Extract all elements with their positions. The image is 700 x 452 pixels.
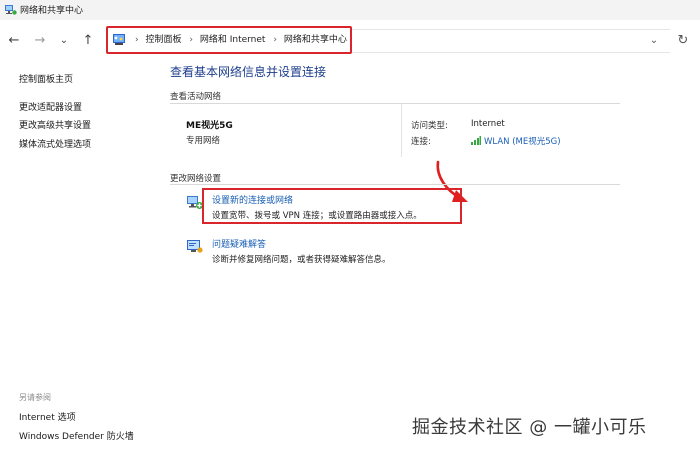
control-panel-icon [113, 34, 125, 45]
up-button[interactable]: ↑ [78, 31, 98, 51]
setup-new-connection-description: 设置宽带、拨号或 VPN 连接；或设置路由器或接入点。 [212, 211, 422, 221]
chevron-down-icon: ⌄ [59, 35, 69, 46]
see-also-label: 另请参阅 [19, 393, 51, 402]
breadcrumb-network-internet[interactable]: 网络和 Internet [200, 35, 266, 45]
connection-link[interactable]: WLAN (ME视光5G) [471, 135, 561, 147]
troubleshoot-link[interactable]: 问题疑难解答 [212, 237, 266, 250]
wifi-signal-icon [471, 136, 481, 145]
sidebar-item-internet-options[interactable]: Internet 选项 [19, 410, 76, 423]
access-type-value: Internet [471, 119, 505, 129]
troubleshoot-icon [187, 240, 203, 253]
breadcrumb-separator: › [189, 35, 193, 45]
chevron-down-icon: ⌄ [649, 35, 659, 46]
breadcrumb: › 控制面板 › 网络和 Internet › 网络和共享中心 [130, 28, 347, 52]
section-divider [170, 184, 620, 185]
sidebar-item-media-streaming[interactable]: 媒体流式处理选项 [19, 137, 91, 150]
back-button[interactable]: ← [4, 31, 24, 51]
address-bar-empty-area[interactable] [352, 29, 670, 53]
window-title: 网络和共享中心 [20, 6, 84, 16]
sidebar-item-control-panel-home[interactable]: 控制面板主页 [19, 72, 73, 85]
network-type-link[interactable]: 专用网络 [186, 134, 220, 146]
address-bar[interactable]: › 控制面板 › 网络和 Internet › 网络和共享中心 [106, 26, 352, 54]
section-divider [170, 103, 620, 104]
breadcrumb-control-panel[interactable]: 控制面板 [145, 35, 181, 45]
connection-label: 连接: [411, 137, 431, 147]
refresh-icon: ↻ [677, 33, 689, 48]
troubleshoot-description: 诊断并修复网络问题，或者获得疑难解答信息。 [212, 255, 391, 265]
address-dropdown-button[interactable]: ⌄ [646, 31, 662, 51]
connection-value: WLAN (ME视光5G) [484, 137, 561, 147]
recent-locations-button[interactable]: ⌄ [54, 31, 74, 51]
sidebar-item-change-advanced-sharing[interactable]: 更改高级共享设置 [19, 118, 91, 131]
watermark: 掘金技术社区 @ 一罐小可乐 [412, 417, 647, 438]
breadcrumb-separator: › [273, 35, 277, 45]
access-type-label: 访问类型: [411, 121, 448, 131]
change-settings-header: 更改网络设置 [170, 174, 222, 184]
vertical-divider [401, 104, 402, 157]
title-bar: 网络和共享中心 [0, 0, 700, 20]
setup-new-connection-link[interactable]: 设置新的连接或网络 [212, 193, 293, 206]
navigation-bar: ← → ⌄ ↑ › 控制面板 › 网络和 Internet › 网络和共享中心 … [0, 20, 700, 62]
main-content: 查看基本网络信息并设置连接 查看活动网络 ME视光5G 专用网络 访问类型: I… [170, 62, 700, 452]
sidebar: 控制面板主页 更改适配器设置 更改高级共享设置 媒体流式处理选项 另请参阅 In… [0, 62, 160, 452]
network-name: ME视光5G [186, 121, 233, 131]
forward-arrow-icon: → [34, 33, 46, 48]
active-networks-header: 查看活动网络 [170, 92, 222, 102]
network-center-icon [5, 5, 17, 15]
back-arrow-icon: ← [8, 33, 20, 48]
page-title: 查看基本网络信息并设置连接 [170, 65, 327, 79]
sidebar-item-windows-defender-firewall[interactable]: Windows Defender 防火墙 [19, 429, 134, 442]
breadcrumb-network-sharing-center[interactable]: 网络和共享中心 [284, 35, 347, 45]
breadcrumb-separator: › [135, 35, 139, 45]
up-arrow-icon: ↑ [82, 33, 94, 48]
refresh-button[interactable]: ↻ [674, 31, 692, 51]
forward-button[interactable]: → [30, 31, 50, 51]
sidebar-item-change-adapter-settings[interactable]: 更改适配器设置 [19, 100, 82, 113]
